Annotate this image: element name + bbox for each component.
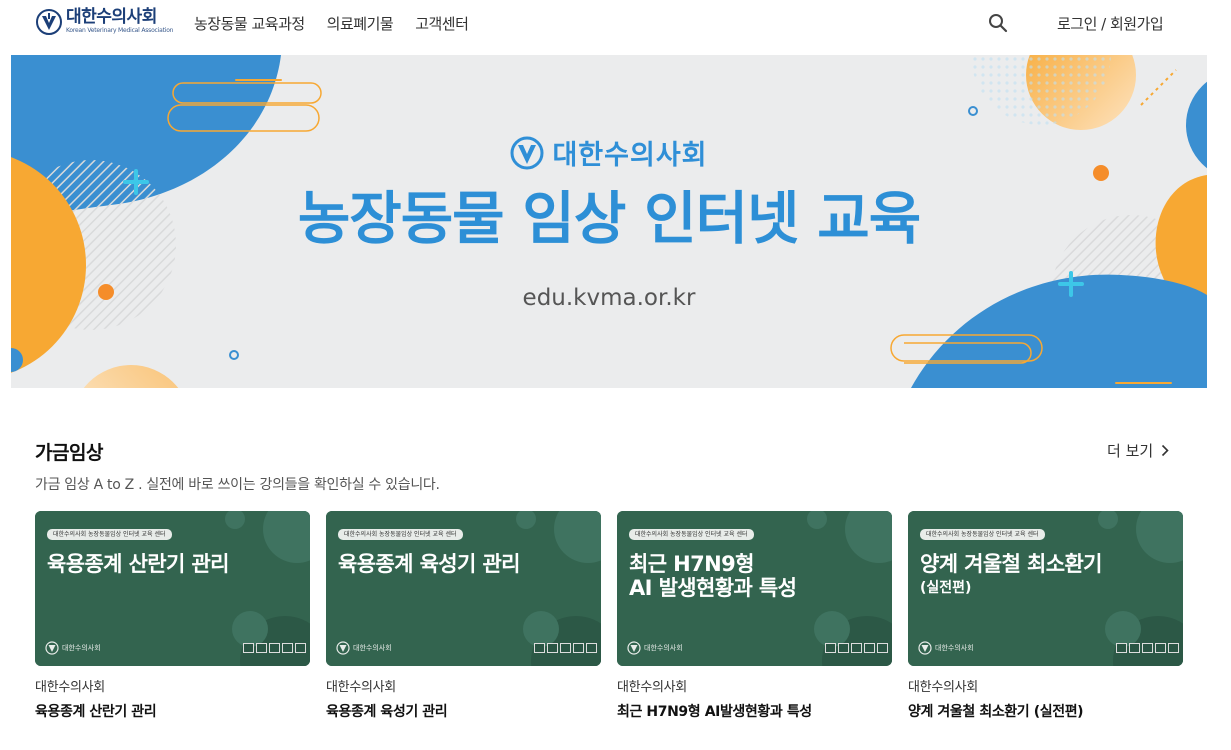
animal-icon [838,643,849,653]
thumbnail-title-line: 양계 겨울철 최소환기 [920,552,1103,576]
course-thumbnail: 대한수의사회 농장동물임상 인터넷 교육 센터 육용종계 육성기 관리 대한수의… [326,511,601,666]
animal-icon [534,643,545,653]
animal-icon [1168,643,1179,653]
banner-brand-name: 대한수의사회 [552,140,708,171]
nav-customer-center[interactable]: 고객센터 [415,13,469,34]
nav-farm-animal-courses[interactable]: 농장동물 교육과정 [194,13,305,34]
thumbnail-title: 양계 겨울철 최소환기 [920,552,1103,576]
banner-url: edu.kvma.or.kr [522,285,696,311]
card-author: 대한수의사회 [326,680,396,695]
logo-text: 대한수의사회 Korean Veterinary Medical Associa… [66,8,173,35]
thumbnail-logo-text: 대한수의사회 [644,644,683,652]
animal-icon [877,643,888,653]
animal-icon [573,643,584,653]
thumbnail-title: 육용종계 육성기 관리 [338,552,521,576]
thumbnail-tag: 대한수의사회 농장동물임상 인터넷 교육 센터 [47,529,172,540]
thumbnail-logo: 대한수의사회 [336,641,392,655]
card-title[interactable]: 육용종계 육성기 관리 [326,701,601,721]
animal-icon [560,643,571,653]
kvma-emblem-icon [36,8,62,35]
more-link[interactable]: 더 보기 [1107,440,1169,461]
more-link-label: 더 보기 [1107,442,1154,460]
course-thumbnail: 대한수의사회 농장동물임상 인터넷 교육 센터 양계 겨울철 최소환기 (실전편… [908,511,1183,666]
nav-medical-waste[interactable]: 의료폐기물 [327,13,394,34]
thumbnail-subtitle: (실전편) [920,580,972,596]
animal-icon [1155,643,1166,653]
section-title: 가금임상 [35,442,103,464]
kvma-emblem-icon [627,641,641,655]
logo-subtitle: Korean Veterinary Medical Association [66,27,174,34]
kvma-emblem-icon [336,641,350,655]
thumbnail-logo: 대한수의사회 [45,641,101,655]
card-author: 대한수의사회 [908,680,978,695]
animal-icons [243,643,306,653]
animal-icons [825,643,888,653]
banner-brand: 대한수의사회 [11,133,1207,172]
animal-icon [282,643,293,653]
top-header: 대한수의사회 Korean Veterinary Medical Associa… [0,0,1231,46]
thumbnail-title-line: AI 발생현황과 특성 [629,576,797,600]
course-card[interactable]: 대한수의사회 농장동물임상 인터넷 교육 센터 최근 H7N9형 AI 발생현황… [617,511,892,721]
animal-icons [534,643,597,653]
animal-icon [586,643,597,653]
animal-icon [269,643,280,653]
animal-icon [547,643,558,653]
hero-banner[interactable]: 대한수의사회 농장동물 임상 인터넷 교육 edu.kvma.or.kr [11,55,1207,388]
course-thumbnail: 대한수의사회 농장동물임상 인터넷 교육 센터 육용종계 산란기 관리 대한수의… [35,511,310,666]
logo-name: 대한수의사회 [66,7,157,27]
card-title[interactable]: 양계 겨울철 최소환기 (실전편) [908,701,1183,721]
thumbnail-logo-text: 대한수의사회 [62,644,101,652]
animal-icons [1116,643,1179,653]
main-nav: 농장동물 교육과정 의료폐기물 고객센터 [194,13,469,34]
animal-icon [243,643,254,653]
course-card[interactable]: 대한수의사회 농장동물임상 인터넷 교육 센터 양계 겨울철 최소환기 (실전편… [908,511,1183,721]
thumbnail-logo: 대한수의사회 [918,641,974,655]
animal-icon [256,643,267,653]
thumbnail-tag: 대한수의사회 농장동물임상 인터넷 교육 센터 [920,529,1045,540]
animal-icon [851,643,862,653]
card-author: 대한수의사회 [35,680,105,695]
kvma-emblem-icon [510,136,544,169]
course-thumbnail: 대한수의사회 농장동물임상 인터넷 교육 센터 최근 H7N9형 AI 발생현황… [617,511,892,666]
thumbnail-title: 육용종계 산란기 관리 [47,552,230,576]
thumbnail-title-line: 최근 H7N9형 [629,552,754,576]
banner-title: 농장동물 임상 인터넷 교육 [297,186,921,252]
animal-icon [864,643,875,653]
thumbnail-tag: 대한수의사회 농장동물임상 인터넷 교육 센터 [338,529,463,540]
course-card[interactable]: 대한수의사회 농장동물임상 인터넷 교육 센터 육용종계 육성기 관리 대한수의… [326,511,601,721]
animal-icon [1142,643,1153,653]
thumbnail-logo-text: 대한수의사회 [935,644,974,652]
search-icon[interactable] [987,12,1009,34]
card-title[interactable]: 최근 H7N9형 AI발생현황과 특성 [617,701,892,721]
animal-icon [295,643,306,653]
card-title[interactable]: 육용종계 산란기 관리 [35,701,310,721]
thumbnail-logo: 대한수의사회 [627,641,683,655]
kvma-emblem-icon [45,641,59,655]
thumbnail-tag: 대한수의사회 농장동물임상 인터넷 교육 센터 [629,529,754,540]
thumbnail-title-line: 육용종계 산란기 관리 [47,552,230,576]
chevron-right-icon [1162,444,1169,457]
login-signup-link[interactable]: 로그인 / 회원가입 [1057,13,1164,34]
kvma-emblem-icon [918,641,932,655]
thumbnail-title-line: 육용종계 육성기 관리 [338,552,521,576]
site-logo[interactable]: 대한수의사회 Korean Veterinary Medical Associa… [36,8,173,35]
thumbnail-logo-text: 대한수의사회 [353,644,392,652]
course-card[interactable]: 대한수의사회 농장동물임상 인터넷 교육 센터 육용종계 산란기 관리 대한수의… [35,511,310,721]
section-description: 가금 임상 A to Z . 실전에 바로 쓰이는 강의들을 확인하실 수 있습… [35,477,440,493]
thumbnail-title: 최근 H7N9형 AI 발생현황과 특성 [629,552,797,600]
animal-icon [825,643,836,653]
card-author: 대한수의사회 [617,680,687,695]
animal-icon [1116,643,1127,653]
animal-icon [1129,643,1140,653]
